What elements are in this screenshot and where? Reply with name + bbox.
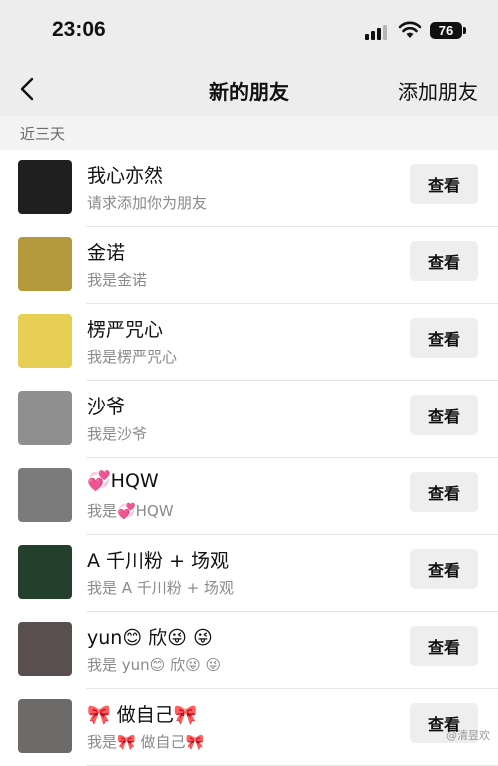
watermark: @清昱欢 — [446, 729, 490, 742]
status-time: 23:06 — [52, 18, 106, 41]
battery-icon: 76 — [430, 22, 462, 39]
status-bar: 23:06 76 — [0, 0, 498, 62]
contact-name: 💞HQW — [87, 470, 159, 492]
contact-name: 🎀 做自己🎀 — [87, 704, 198, 726]
friend-request-list: 我心亦然 请求添加你为朋友 查看 金诺 我是金诺 查看 楞严咒心 我是楞严咒心 查看 沙爷 我是沙爷… — [0, 150, 498, 766]
request-message: 我是 yun😊 欣😜 😜 — [87, 656, 222, 674]
battery-cap — [463, 27, 466, 34]
view-button[interactable]: 查看 — [410, 395, 478, 435]
friend-request-row[interactable]: A 千川粉 + 场观我是 A 千川粉 + 场观 查看 — [0, 535, 498, 612]
view-button[interactable]: 查看 — [410, 549, 478, 589]
contact-name: 沙爷 — [87, 396, 126, 418]
request-message: 我是 A 千川粉 + 场观 — [87, 579, 234, 597]
contact-name: 金诺 — [87, 242, 126, 264]
avatar[interactable] — [18, 468, 72, 522]
friend-request-row[interactable]: 🎀 做自己🎀 我是🎀 做自己🎀 查看 — [0, 689, 498, 766]
contact-name: 楞严咒心 — [87, 319, 164, 341]
request-message: 我是楞严咒心 — [87, 348, 178, 366]
avatar[interactable] — [18, 314, 72, 368]
view-button[interactable]: 查看 — [410, 318, 478, 358]
cellular-signal-icon — [365, 24, 389, 40]
view-button[interactable]: 查看 — [410, 241, 478, 281]
friend-request-row[interactable]: 我心亦然请求添加你为朋友 查看 — [0, 150, 498, 227]
request-message: 我是金诺 — [87, 271, 148, 289]
back-arrow-icon[interactable] — [14, 74, 42, 104]
avatar[interactable] — [18, 699, 72, 753]
request-message: 请求添加你为朋友 — [87, 194, 208, 212]
nav-bar: 新的朋友 添加朋友 — [0, 62, 498, 116]
friend-request-row[interactable]: 金诺我是金诺 查看 — [0, 227, 498, 304]
avatar[interactable] — [18, 160, 72, 214]
view-button[interactable]: 查看 — [410, 626, 478, 666]
contact-name: A 千川粉 + 场观 — [87, 550, 230, 572]
request-message: 我是💞HQW — [87, 502, 174, 520]
friend-request-row[interactable]: 沙爷我是沙爷 查看 — [0, 381, 498, 458]
avatar[interactable] — [18, 391, 72, 445]
avatar[interactable] — [18, 545, 72, 599]
friend-request-row[interactable]: 💞HQW 我是💞HQW 查看 — [0, 458, 498, 535]
section-header: 近三天 — [0, 116, 498, 150]
avatar[interactable] — [18, 237, 72, 291]
request-message: 我是沙爷 — [87, 425, 148, 443]
avatar[interactable] — [18, 622, 72, 676]
view-button[interactable]: 查看 — [410, 164, 478, 204]
battery-level: 76 — [438, 23, 454, 38]
add-friend-button[interactable]: 添加朋友 — [398, 76, 478, 105]
view-button[interactable]: 查看 — [410, 472, 478, 512]
contact-name: yun😊 欣😜 😜 — [87, 627, 213, 649]
friend-request-row[interactable]: yun😊 欣😜 😜 我是 yun😊 欣😜 😜 查看 — [0, 612, 498, 689]
contact-name: 我心亦然 — [87, 165, 164, 187]
friend-request-row[interactable]: 楞严咒心我是楞严咒心 查看 — [0, 304, 498, 381]
section-label: 近三天 — [20, 125, 66, 143]
wifi-icon — [398, 21, 422, 38]
